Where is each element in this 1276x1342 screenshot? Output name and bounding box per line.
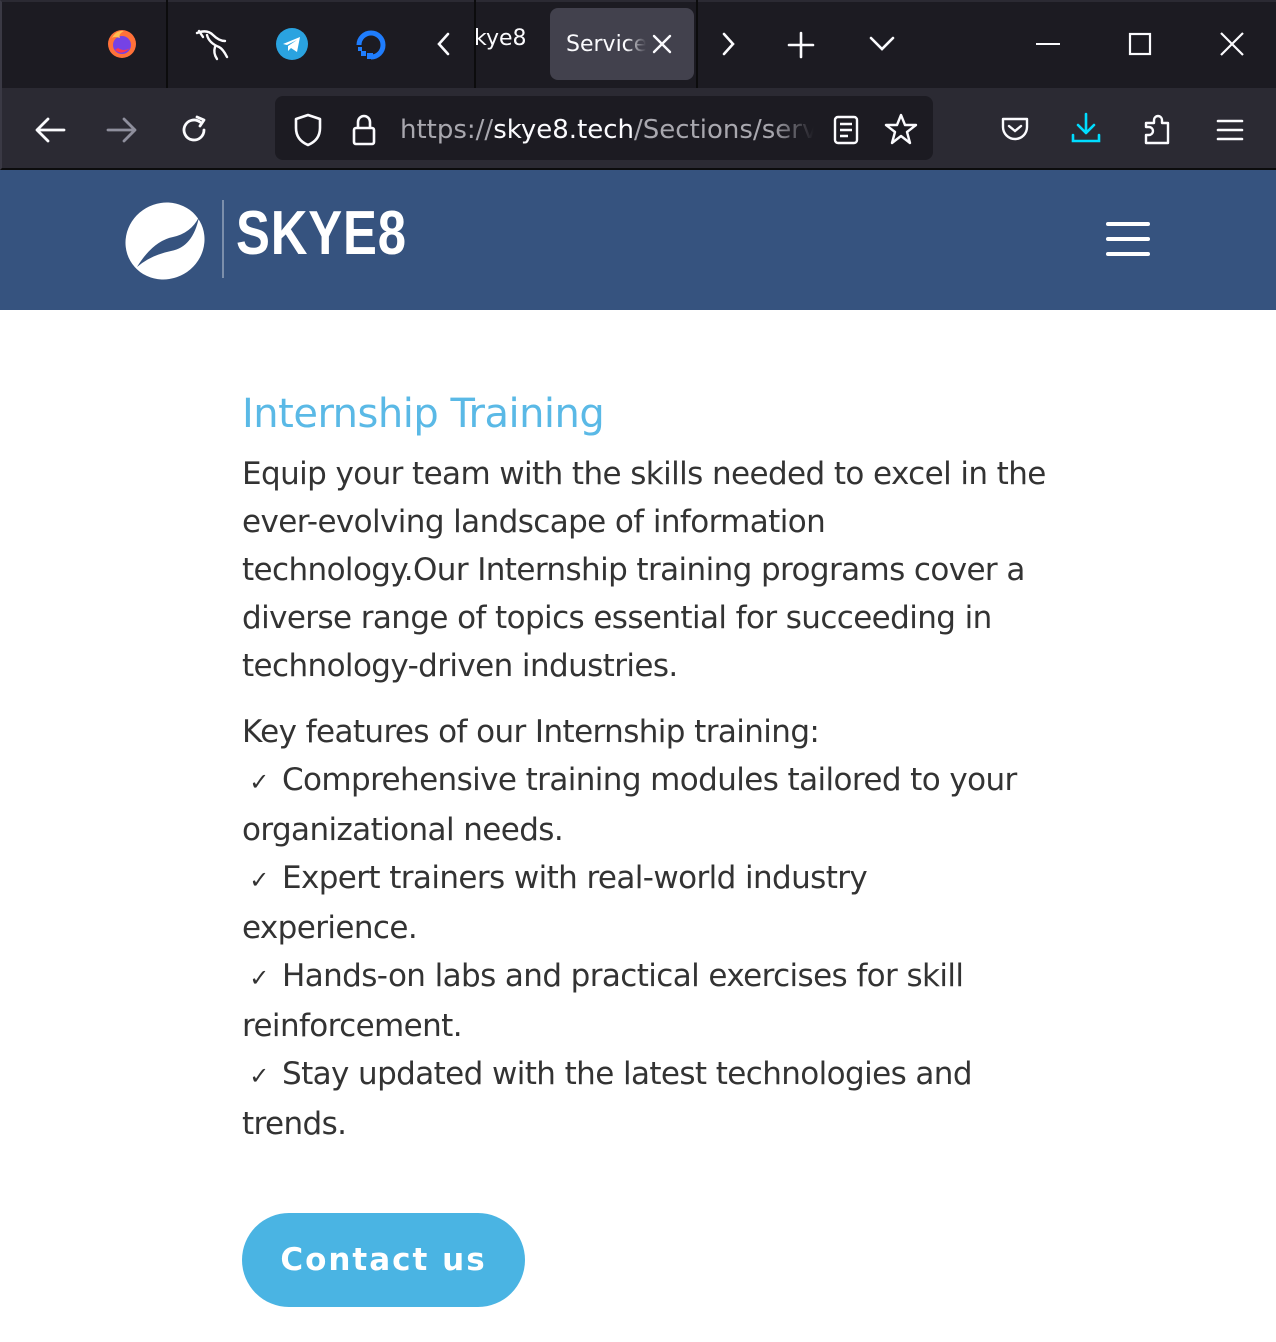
checkmark-icon: ✓ <box>249 866 269 894</box>
pocket-icon[interactable] <box>994 108 1036 150</box>
service-section: Internship Training Equip your team with… <box>242 388 1062 1148</box>
telegram-icon[interactable] <box>274 26 310 62</box>
extensions-puzzle-icon[interactable] <box>1136 108 1180 152</box>
checkmark-icon: ✓ <box>249 768 269 796</box>
reload-icon[interactable] <box>172 110 216 150</box>
lock-icon[interactable] <box>344 110 384 150</box>
list-all-tabs-icon[interactable] <box>862 26 902 62</box>
back-icon[interactable] <box>28 110 72 150</box>
tab-label: kye8 <box>474 26 527 51</box>
feature-text: Comprehensive training modules tailored … <box>242 762 1017 848</box>
checkmark-icon: ✓ <box>249 964 269 992</box>
feature-text: Hands-on labs and practical exercises fo… <box>242 958 964 1044</box>
digitalocean-icon[interactable] <box>352 26 390 64</box>
maximize-icon[interactable] <box>1120 26 1160 62</box>
site-menu-hamburger-icon[interactable] <box>1106 222 1150 260</box>
kali-dragon-icon[interactable] <box>192 24 232 64</box>
feature-text: Stay updated with the latest technologie… <box>242 1056 973 1142</box>
url-path: /Sections/service <box>634 115 814 145</box>
features-title: Key features of our Internship training: <box>242 714 820 750</box>
tab-divider <box>696 0 698 88</box>
intro-paragraph: Equip your team with the skills needed t… <box>242 456 1046 684</box>
tab-divider <box>166 0 168 88</box>
checkmark-icon: ✓ <box>249 1062 269 1090</box>
url-host: skye8.tech <box>493 115 635 145</box>
close-tab-icon[interactable] <box>646 28 678 60</box>
logo-divider <box>222 200 224 278</box>
hamburger-line <box>1106 252 1150 256</box>
feature-item: ✓ Hands-on labs and practical exercises f… <box>242 952 1032 1050</box>
reader-view-icon[interactable] <box>828 110 864 150</box>
firefox-icon[interactable] <box>104 26 140 62</box>
feature-item: ✓ Expert trainers with real-world industr… <box>242 854 1032 952</box>
downloads-icon[interactable] <box>1064 106 1108 150</box>
url-text[interactable]: https://skye8.tech/Sections/service <box>400 112 814 148</box>
tracking-protection-shield-icon[interactable] <box>288 110 328 150</box>
features-block: Key features of our Internship training:… <box>242 708 1032 1148</box>
skye8-logo-icon[interactable] <box>122 200 208 282</box>
feature-text: Expert trainers with real-world industry… <box>242 860 868 946</box>
feature-item: ✓ Comprehensive training modules tailored… <box>242 756 1032 854</box>
bookmark-star-icon[interactable] <box>880 108 922 150</box>
minimize-icon[interactable] <box>1028 26 1068 62</box>
tab-services[interactable]: Services <box>550 8 694 80</box>
close-window-icon[interactable] <box>1212 26 1252 62</box>
feature-item: ✓ Stay updated with the latest technologi… <box>242 1050 1032 1148</box>
new-tab-icon[interactable] <box>782 26 820 64</box>
tabs-scroll-left-icon[interactable] <box>426 26 462 62</box>
hamburger-line <box>1106 222 1150 226</box>
forward-icon[interactable] <box>100 110 144 150</box>
hamburger-line <box>1106 237 1150 241</box>
section-heading: Internship Training <box>242 391 605 437</box>
url-scheme: https:// <box>400 115 494 145</box>
tab-label: Services <box>566 31 646 57</box>
brand-name[interactable]: SKYE8 <box>236 198 407 269</box>
contact-us-button[interactable]: Contact us <box>242 1213 525 1307</box>
app-menu-icon[interactable] <box>1208 108 1252 152</box>
tabs-scroll-right-icon[interactable] <box>710 26 746 62</box>
tab-skye8-partial[interactable]: kye8 <box>474 26 527 51</box>
